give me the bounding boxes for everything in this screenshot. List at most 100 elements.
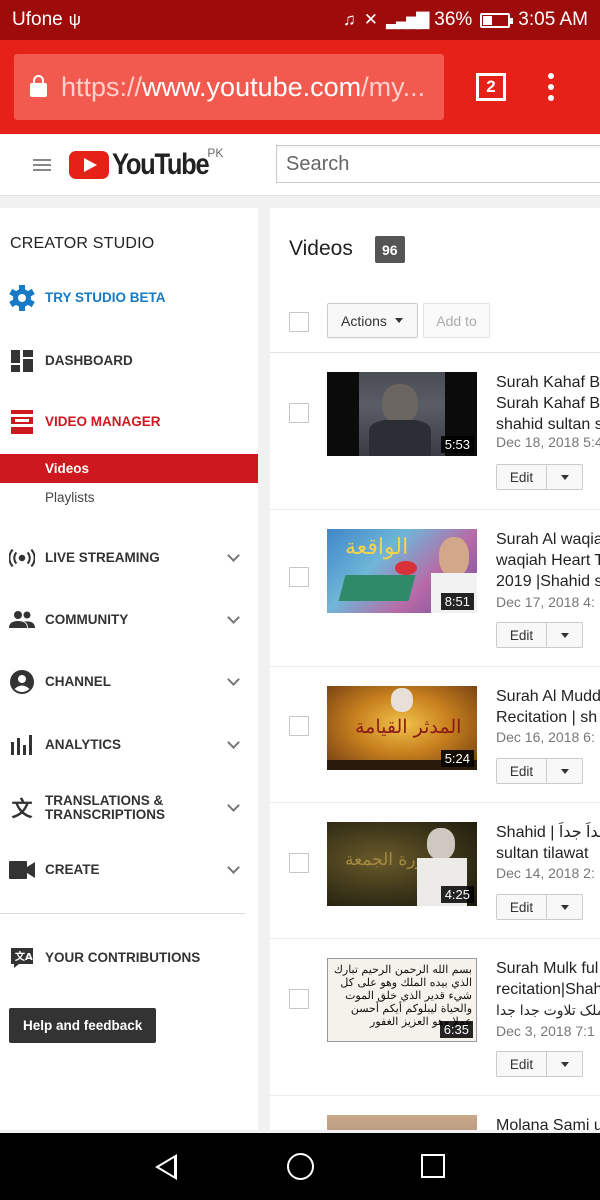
video-title[interactable]: Molana Sami u (496, 1115, 600, 1130)
video-title[interactable]: Surah Mulk ful recitation|Shah ملک تلاوت ج… (496, 958, 600, 1021)
edit-dropdown-button[interactable] (547, 895, 582, 919)
browser-toolbar: https://www.youtube.com/my... 2 (0, 40, 600, 134)
sidebar-item-your-contributions[interactable]: 文A YOUR CONTRIBUTIONS (0, 938, 258, 978)
video-row: بسم الله الرحمن الرحيم تبارك الذي بيده ا… (270, 939, 600, 1096)
analytics-bars-icon (9, 732, 35, 758)
video-select-checkbox[interactable] (289, 567, 309, 587)
caret-down-icon (560, 632, 569, 638)
search-input[interactable] (276, 145, 600, 183)
edit-button-group: Edit (496, 464, 583, 490)
edit-dropdown-button[interactable] (547, 623, 582, 647)
usb-icon: ψ (68, 10, 81, 29)
sidebar-item-community[interactable]: COMMUNITY (0, 600, 258, 640)
sidebar-item-channel[interactable]: CHANNEL (0, 662, 258, 702)
chevron-down-icon[interactable] (227, 549, 240, 562)
video-thumbnail[interactable]: 5:53 (327, 372, 477, 456)
sidebar-subitem-playlists[interactable]: Playlists (0, 483, 258, 512)
sidebar-item-analytics[interactable]: ANALYTICS (0, 725, 258, 765)
title-line: Surah Al waqia (496, 531, 600, 548)
video-title[interactable]: Shahid | ﺟﺪﺍً ﺟﺪﺍً sultan tilawat (496, 822, 600, 864)
video-title[interactable]: Surah Al Mudd Recitation | sh (496, 686, 600, 728)
video-select-checkbox[interactable] (289, 403, 309, 423)
sidebar-item-label: ANALYTICS (45, 737, 122, 752)
hamburger-menu-icon[interactable] (33, 158, 51, 171)
video-thumbnail[interactable]: بسم الله الرحمن الرحيم تبارك الذي بيده ا… (327, 958, 477, 1042)
sidebar-item-label: CHANNEL (45, 674, 111, 689)
logo-text: YouTube (112, 147, 210, 181)
videos-header: Videos 96 Actions Add to (270, 208, 600, 353)
android-navigation-bar (0, 1133, 600, 1200)
channel-account-icon (9, 669, 35, 695)
edit-button[interactable]: Edit (497, 759, 547, 783)
status-right: ♫ ✕ ▂▃▅▇ 36% 3:05 AM (343, 9, 588, 31)
help-and-feedback-button[interactable]: Help and feedback (9, 1008, 157, 1043)
actions-label: Actions (341, 312, 387, 329)
actions-dropdown-button[interactable]: Actions (327, 303, 418, 338)
title-line: Surah Kahaf Be (496, 395, 600, 412)
youtube-logo[interactable]: YouTube PK (69, 145, 224, 182)
select-all-checkbox[interactable] (289, 312, 309, 332)
home-circle-icon[interactable] (287, 1153, 314, 1180)
edit-button[interactable]: Edit (497, 895, 547, 919)
url-scheme: https:// (61, 71, 143, 102)
sidebar-item-create[interactable]: CREATE (0, 850, 258, 890)
chevron-down-icon[interactable] (227, 673, 240, 686)
sidebar-item-label: DASHBOARD (45, 353, 133, 368)
video-row: الواقعة 8:51 Surah Al waqia waqiah Heart … (270, 510, 600, 667)
signal-icon: ▂▃▅▇ (385, 10, 429, 29)
tab-switcher-button[interactable]: 2 (476, 73, 506, 101)
video-select-checkbox[interactable] (289, 853, 309, 873)
back-triangle-icon[interactable] (155, 1154, 177, 1180)
sidebar-item-label: YOUR CONTRIBUTIONS (45, 950, 201, 965)
video-select-checkbox[interactable] (289, 989, 309, 1009)
video-manager-panel: Videos 96 Actions Add to 5:53 Surah Kaha… (270, 208, 600, 1130)
sidebar-item-translations[interactable]: 文 TRANSLATIONS & TRANSCRIPTIONS (0, 788, 258, 828)
edit-button-group: Edit (496, 894, 583, 920)
caret-down-icon (560, 768, 569, 774)
edit-button-group: Edit (496, 1051, 583, 1077)
video-thumbnail[interactable]: الواقعة 8:51 (327, 529, 477, 613)
edit-dropdown-button[interactable] (547, 1052, 582, 1076)
edit-dropdown-button[interactable] (547, 759, 582, 783)
region-code: PK (207, 145, 224, 160)
chevron-down-icon[interactable] (227, 799, 240, 812)
edit-button[interactable]: Edit (497, 1052, 547, 1076)
caret-down-icon (560, 474, 569, 480)
edit-dropdown-button[interactable] (547, 465, 582, 489)
sidebar-item-dashboard[interactable]: DASHBOARD (0, 341, 258, 381)
translations-line-2: TRANSCRIPTIONS (45, 807, 166, 822)
chevron-down-icon[interactable] (227, 861, 240, 874)
status-bar: Ufone ψ ♫ ✕ ▂▃▅▇ 36% 3:05 AM (0, 0, 600, 40)
video-thumbnail[interactable]: سورة الجمعة 4:25 (327, 822, 477, 906)
sidebar-subitem-videos[interactable]: Videos (0, 454, 258, 483)
title-line: recitation|Shah (496, 981, 600, 998)
video-title[interactable]: Surah Al waqia waqiah Heart T 2019 |Shahid… (496, 529, 600, 592)
sidebar-item-video-manager[interactable]: VIDEO MANAGER (0, 402, 258, 442)
address-bar[interactable]: https://www.youtube.com/my... (14, 54, 444, 120)
sidebar-divider (0, 913, 245, 914)
live-streaming-icon (9, 545, 35, 571)
video-title[interactable]: Surah Kahaf Be Surah Kahaf Be shahid sulta… (496, 372, 600, 435)
contributions-translate-icon: 文A (9, 945, 35, 971)
chevron-down-icon[interactable] (227, 611, 240, 624)
edit-button-group: Edit (496, 758, 583, 784)
sidebar-item-label: CREATE (45, 862, 100, 877)
video-select-checkbox[interactable] (289, 716, 309, 736)
recent-apps-square-icon[interactable] (421, 1154, 445, 1178)
edit-button[interactable]: Edit (497, 623, 547, 647)
browser-menu-icon[interactable] (548, 73, 554, 101)
battery-icon (480, 12, 514, 28)
edit-button[interactable]: Edit (497, 465, 547, 489)
add-to-button[interactable]: Add to (423, 303, 490, 338)
chevron-down-icon[interactable] (227, 736, 240, 749)
title-line: Recitation | sh (496, 709, 598, 726)
video-row: سورة الجمعة 4:25 Shahid | ﺟﺪﺍً ﺟﺪﺍً sulta… (270, 803, 600, 939)
title-line: sultan tilawat (496, 845, 589, 862)
video-thumbnail[interactable]: المدثر القيامة 5:24 (327, 686, 477, 770)
sidebar-item-label: VIDEO MANAGER (45, 414, 161, 429)
video-thumbnail[interactable] (327, 1115, 477, 1130)
video-duration: 4:25 (440, 886, 474, 903)
sidebar-item-try-studio-beta[interactable]: TRY STUDIO BETA (0, 278, 258, 318)
title-line: Surah Kahaf Be (496, 374, 600, 391)
sidebar-item-live-streaming[interactable]: LIVE STREAMING (0, 538, 258, 578)
